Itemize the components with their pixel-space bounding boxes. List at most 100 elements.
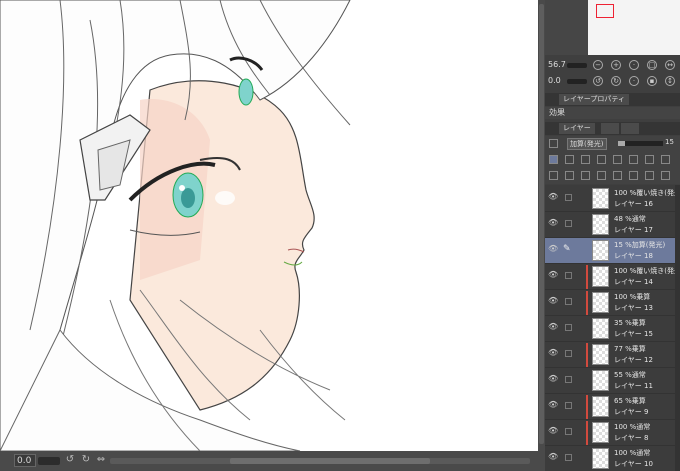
transfer-icon[interactable] [597, 171, 606, 180]
layer-thumbnail[interactable] [592, 370, 609, 391]
lock-icon[interactable]: ▪ [647, 76, 657, 86]
lock-checkbox[interactable] [565, 350, 572, 357]
navigator-rotate-value[interactable]: 0.0 [548, 76, 566, 86]
reset-rotate-icon[interactable]: · [629, 76, 639, 86]
zoom-field[interactable]: 0.0 [14, 454, 36, 467]
layer-thumbnail[interactable] [592, 214, 609, 235]
eye-icon[interactable]: 👁 [548, 427, 558, 435]
layer-color-icon[interactable] [549, 139, 558, 148]
rotate-right-icon[interactable]: ↻ [80, 454, 92, 466]
layer-name[interactable]: レイヤー 9 [614, 407, 648, 417]
trash-icon[interactable] [661, 171, 670, 180]
lock-checkbox[interactable] [565, 220, 572, 227]
layer-row[interactable]: 👁 100 %覆い焼き(発光) レイヤー 16 [545, 186, 680, 212]
rotate-left-icon[interactable]: ↺ [64, 454, 76, 466]
layer-name[interactable]: レイヤー 15 [614, 329, 653, 339]
fit-icon[interactable]: □ [647, 60, 657, 70]
layer-name[interactable]: レイヤー 16 [614, 199, 653, 209]
lock-checkbox[interactable] [565, 194, 572, 201]
eye-icon[interactable]: 👁 [548, 323, 558, 331]
layer-name[interactable]: レイヤー 14 [614, 277, 653, 287]
layer-name[interactable]: レイヤー 12 [614, 355, 653, 365]
opacity-value[interactable]: 15 [665, 138, 674, 146]
lock-checkbox[interactable] [565, 272, 572, 279]
layer-name[interactable]: レイヤー 17 [614, 225, 653, 235]
lock-checkbox[interactable] [565, 376, 572, 383]
rotate-left-icon[interactable]: ↺ [593, 76, 603, 86]
zoom-out-icon[interactable]: − [593, 60, 603, 70]
layer-row[interactable]: 👁 100 %乗算 レイヤー 13 [545, 290, 680, 316]
navigator-zoom-value[interactable]: 56.7 [548, 60, 566, 70]
add-mask-icon[interactable] [629, 171, 638, 180]
lock-checkbox[interactable] [565, 454, 572, 461]
layer-row[interactable]: 👁 48 %通常 レイヤー 17 [545, 212, 680, 238]
eye-icon[interactable]: 👁 [548, 453, 558, 461]
tab-extra-icon[interactable] [621, 123, 639, 134]
layer-row[interactable]: 👁 35 %乗算 レイヤー 15 [545, 316, 680, 342]
layer-thumbnail[interactable] [592, 266, 609, 287]
layer-row[interactable]: 👁 77 %乗算 レイヤー 12 [545, 342, 680, 368]
eye-icon[interactable]: 👁 [548, 193, 558, 201]
blend-mode-select[interactable]: 加算(発光) [567, 138, 607, 150]
tab-layer-property[interactable]: レイヤープロパティ [559, 94, 629, 105]
layer-thumbnail[interactable] [592, 240, 609, 261]
eye-icon[interactable]: 👁 [548, 297, 558, 305]
layer-thumbnail[interactable] [592, 396, 609, 417]
new-raster-layer-icon[interactable] [549, 171, 558, 180]
lock-icon[interactable] [597, 155, 606, 164]
layer-row[interactable]: 👁 100 %通常 レイヤー 10 [545, 446, 680, 471]
eye-icon[interactable]: 👁 [548, 349, 558, 357]
layer-row[interactable]: 👁 55 %通常 レイヤー 11 [545, 368, 680, 394]
drawing-canvas[interactable] [0, 0, 538, 451]
reference-icon[interactable] [565, 155, 574, 164]
actual-size-icon[interactable]: · [629, 60, 639, 70]
eye-icon[interactable]: 👁 [548, 401, 558, 409]
scrollbar-thumb[interactable] [539, 4, 544, 444]
canvas-vertical-scrollbar[interactable] [538, 0, 545, 451]
eye-icon[interactable]: 👁 [548, 245, 558, 253]
navigator-preview[interactable] [588, 0, 680, 55]
tab-layer[interactable]: レイヤー [559, 123, 595, 134]
lock-transparency-icon[interactable] [613, 155, 622, 164]
layer-row[interactable]: 👁 65 %乗算 レイヤー 9 [545, 394, 680, 420]
layer-thumbnail[interactable] [592, 344, 609, 365]
layer-name[interactable]: レイヤー 8 [614, 433, 648, 443]
tab-extra-icon[interactable] [601, 123, 619, 134]
combine-icon[interactable] [613, 171, 622, 180]
layer-thumbnail[interactable] [592, 422, 609, 443]
eye-icon[interactable]: 👁 [548, 271, 558, 279]
lock-checkbox[interactable] [565, 428, 572, 435]
draft-icon[interactable] [581, 155, 590, 164]
canvas-horizontal-scrollbar[interactable] [110, 458, 530, 464]
mask-icon[interactable] [629, 155, 638, 164]
lock-checkbox[interactable] [565, 324, 572, 331]
apply-mask-icon[interactable] [645, 171, 654, 180]
layer-row[interactable]: 👁 ✎ 15 %加算(発光) レイヤー 18 [545, 238, 680, 264]
layer-name[interactable]: レイヤー 13 [614, 303, 653, 313]
flip-icon[interactable]: ⇔ [95, 454, 107, 466]
layer-thumbnail[interactable] [592, 318, 609, 339]
eye-icon[interactable]: 👁 [548, 219, 558, 227]
new-folder-icon[interactable] [581, 171, 590, 180]
flip-vertical-icon[interactable]: ↕ [665, 76, 675, 86]
flip-horizontal-icon[interactable]: ↔ [665, 60, 675, 70]
palette-icon[interactable] [661, 155, 670, 164]
layer-thumbnail[interactable] [592, 188, 609, 209]
layer-thumbnail[interactable] [592, 292, 609, 313]
layer-list-scrollbar[interactable] [675, 185, 680, 471]
zoom-in-icon[interactable]: + [611, 60, 621, 70]
opacity-slider[interactable] [618, 141, 663, 146]
new-vector-layer-icon[interactable] [565, 171, 574, 180]
navigator-zoom-slider[interactable] [567, 63, 587, 68]
zoom-slider[interactable] [38, 457, 60, 465]
clip-icon[interactable] [549, 155, 558, 164]
scrollbar-thumb[interactable] [230, 458, 430, 464]
eye-icon[interactable]: 👁 [548, 375, 558, 383]
ruler-icon[interactable] [645, 155, 654, 164]
layer-name[interactable]: レイヤー 18 [614, 251, 653, 261]
layer-thumbnail[interactable] [592, 448, 609, 469]
layer-row[interactable]: 👁 100 %覆い焼き(発光) レイヤー 14 [545, 264, 680, 290]
layer-row[interactable]: 👁 100 %通常 レイヤー 8 [545, 420, 680, 446]
rotate-right-icon[interactable]: ↻ [611, 76, 621, 86]
layer-name[interactable]: レイヤー 11 [614, 381, 653, 391]
